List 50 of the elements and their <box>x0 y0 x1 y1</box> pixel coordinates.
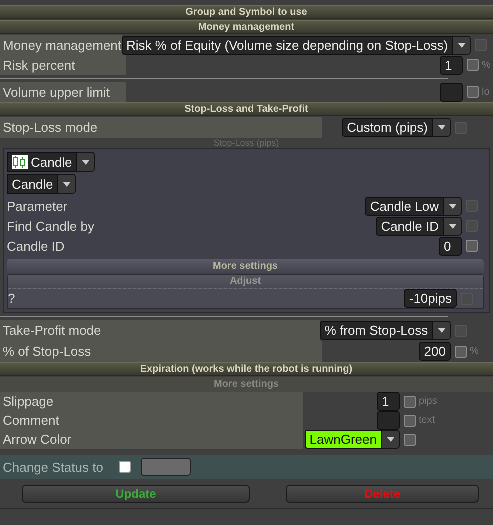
field-label: ? <box>8 291 16 306</box>
checkbox[interactable] <box>119 461 132 473</box>
checkbox[interactable] <box>466 240 478 252</box>
field-label: Comment <box>3 413 60 428</box>
box-title: Adjust <box>8 275 483 289</box>
field-label: % of Stop-Loss <box>3 344 92 359</box>
checkbox[interactable] <box>404 434 416 446</box>
unit-label: % <box>470 346 479 357</box>
input-field[interactable] <box>440 82 463 102</box>
checkbox[interactable] <box>404 396 416 408</box>
status-label: Change Status to <box>3 460 104 474</box>
input-field[interactable]: 200 <box>419 342 451 361</box>
input-field[interactable] <box>377 411 400 430</box>
caret-icon <box>82 160 90 164</box>
field-label: Take-Profit mode <box>3 323 102 338</box>
field-label: Candle ID <box>7 238 65 254</box>
field-label: Slippage <box>3 394 54 409</box>
checkbox[interactable] <box>467 59 479 71</box>
caret-icon <box>62 182 71 186</box>
input-field[interactable]: 1 <box>440 56 463 74</box>
section-header: Expiration (works while the robot is running) <box>0 362 493 376</box>
caret-icon <box>386 437 394 442</box>
input-field[interactable]: 1 <box>377 392 400 411</box>
status-field[interactable] <box>141 458 192 476</box>
candlestick-icon <box>12 155 28 169</box>
section-header: Stop-Loss and Take-Profit <box>0 102 493 116</box>
field-label: Find Candle by <box>7 218 94 234</box>
unit-label: text <box>419 415 436 426</box>
section-header: Money management <box>0 20 493 34</box>
caret-icon <box>438 328 446 333</box>
caret-icon <box>448 204 456 208</box>
field-label: Stop-Loss mode <box>3 120 98 135</box>
checkbox[interactable] <box>455 346 467 358</box>
unit-label: pips <box>419 396 438 407</box>
field-label: Money management <box>3 38 122 52</box>
field-label: Risk percent <box>3 58 76 72</box>
field-label: Volume upper limit <box>3 84 110 100</box>
more-settings-bar[interactable]: More settings <box>7 259 484 273</box>
unit-label: % <box>482 60 491 70</box>
checkbox[interactable] <box>404 414 416 426</box>
input-field[interactable]: 0 <box>439 236 462 256</box>
field-label: Parameter <box>7 198 68 214</box>
field-label: Arrow Color <box>3 432 72 447</box>
caret-icon <box>448 224 456 228</box>
checkbox[interactable] <box>467 86 479 98</box>
caret-icon <box>458 42 466 48</box>
unit-label: lo <box>482 86 490 98</box>
section-header: Group and Symbol to use <box>0 5 493 19</box>
caret-icon <box>438 125 446 130</box>
input-field[interactable]: -10pips <box>404 289 457 308</box>
